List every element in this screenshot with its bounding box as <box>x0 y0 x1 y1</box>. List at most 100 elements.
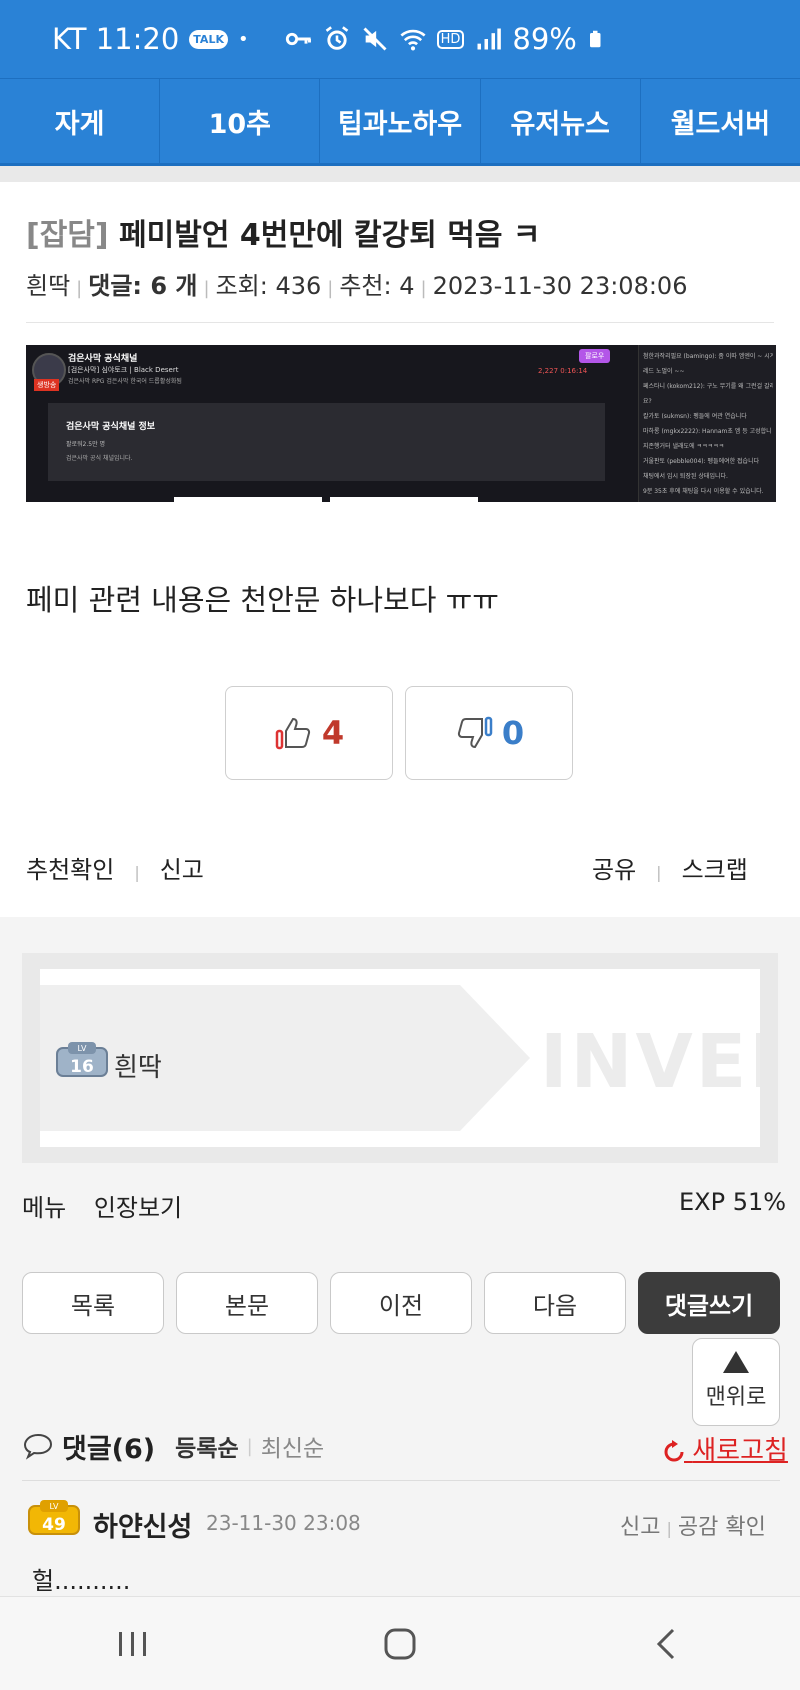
comment-agree-link[interactable]: 공감 확인 <box>678 1515 766 1540</box>
level-prefix: LV <box>49 1502 59 1511</box>
bottom-strip <box>330 497 478 502</box>
recent-apps-icon[interactable] <box>115 1628 151 1660</box>
thumbs-down-icon <box>457 716 493 749</box>
system-navigation-bar <box>0 1596 800 1690</box>
post-links-right: 공유 | 스크랩 <box>592 856 748 884</box>
chat-line: 9분 35초 후에 채팅을 다시 이용할 수 있습니다. <box>643 488 764 495</box>
back-icon[interactable] <box>649 1626 685 1662</box>
board-nav: 자게 10추 팁과노하우 유저뉴스 월드서버 <box>0 78 800 166</box>
write-comment-button[interactable]: 댓글쓰기 <box>638 1272 780 1334</box>
chat-line: 거울판토 (pebble004): 펭들에여한 접습니다 <box>643 458 760 465</box>
stream-title: [검은사막] 심야토크 | Black Desert <box>68 366 179 374</box>
battery-icon <box>589 30 601 48</box>
follow-button: 팔로우 <box>579 349 611 363</box>
battery-percent: 89% <box>512 22 577 56</box>
stream-tags: 검은사막 RPG 검은사막 한국어 드롭활성화됨 <box>68 378 182 385</box>
channel-title: 검은사막 공식채널 <box>68 354 138 364</box>
post-meta: 흰딱 | 댓글: 6 개 | 조회: 436 | 추천: 4 | 2023-11-30 23:0… <box>26 272 688 300</box>
upvote-count: 4 <box>321 714 345 752</box>
panel-desc: 검은사막 공식 채널입니다. <box>66 455 133 462</box>
chat-panel: 첨한과작리필요 (bamingo): 좀 이따 엠엔이 ~ 시계 레드 노멀이 … <box>638 345 776 502</box>
post-buttons: 목록 본문 이전 다음 댓글쓰기 <box>22 1272 780 1334</box>
next-button[interactable]: 다음 <box>484 1272 626 1334</box>
level-number: 16 <box>70 1057 94 1077</box>
carrier-time: KT 11:20 <box>52 22 180 56</box>
refresh-icon <box>664 1439 684 1461</box>
post-recommends: 추천: 4 <box>339 272 415 300</box>
channel-info-panel: 검은사막 공식채널 정보 팔로워2.5만 명 검은사막 공식 채널입니다. <box>48 403 605 481</box>
comment-date: 23-11-30 23:08 <box>206 1511 361 1535</box>
post-author[interactable]: 흰딱 <box>26 272 70 300</box>
tab-free-board[interactable]: 자게 <box>0 79 161 163</box>
refresh-link[interactable]: 새로고침 <box>664 1430 788 1467</box>
article: [잡담] 페미발언 4번만에 칼강퇴 먹음 ㅋ 흰딱 | 댓글: 6 개 | 조회: 4… <box>0 182 800 917</box>
exp-text: EXP 51% <box>679 1188 787 1216</box>
bottom-strip <box>174 497 322 502</box>
comment-item: LV 49 하얀신성 23-11-30 23:08 신고 | 공감 확인 헐....… <box>0 1481 800 1596</box>
status-bar: KT 11:20 TALK • HD 89% <box>0 0 800 78</box>
report-link[interactable]: 신고 <box>160 856 204 884</box>
comment-actions: 신고 | 공감 확인 <box>620 1515 766 1540</box>
refresh-label: 새로고침 <box>692 1436 788 1466</box>
profile-banner: INVEN LV 16 흰딱 <box>40 969 760 1147</box>
tab-world-server[interactable]: 월드서버 <box>641 79 800 163</box>
sort-registered[interactable]: 등록순 <box>175 1429 238 1463</box>
sort-latest[interactable]: 최신순 <box>261 1429 324 1463</box>
profile-menu: 메뉴 인장보기 <box>22 1188 182 1223</box>
chat-line: 칼가토 (sukmsn): 펭들에 여관 연습니다 <box>643 413 747 420</box>
level-badge-icon: LV 16 <box>56 1042 108 1077</box>
post-title-text: 페미발언 4번만에 칼강퇴 먹음 ㅋ <box>119 218 541 253</box>
post-links-left: 추천확인 | 신고 <box>26 856 204 884</box>
comments-title: 댓글(6) <box>62 1433 156 1465</box>
post-body: 페미 관련 내용은 천안문 하나보다 ㅠㅠ <box>26 583 499 617</box>
comment-author[interactable]: 하얀신성 <box>93 1505 192 1544</box>
chat-line: 페스타니 (kokom212): 구노 무기를 왜 그런걸 갈래 <box>643 383 773 390</box>
level-prefix: LV <box>77 1044 87 1053</box>
divider <box>0 166 800 182</box>
downvote-count: 0 <box>501 714 525 752</box>
tab-10-recommend[interactable]: 10추 <box>160 79 321 163</box>
inven-watermark: INVEN <box>540 1019 760 1105</box>
post-category: [잡담] <box>26 218 109 253</box>
post-datetime: 2023-11-30 23:08:06 <box>432 272 688 300</box>
thumbs-up-icon <box>275 717 310 750</box>
profile-nickname[interactable]: 흰딱 <box>114 1047 162 1084</box>
body-button[interactable]: 본문 <box>176 1272 318 1334</box>
chat-line: 채팅에서 임시 퇴장된 상태입니다. <box>643 473 728 480</box>
chat-line: 요? <box>643 398 652 405</box>
live-badge: 생방송 <box>34 379 60 391</box>
comment-report-link[interactable]: 신고 <box>620 1515 660 1540</box>
downvote-button[interactable]: 0 <box>405 686 573 780</box>
level-number: 49 <box>42 1515 66 1535</box>
chat-line: 지존행거터 낼래도에 ㅋㅋㅋㅋㅋ <box>643 443 725 450</box>
chat-line: 첨한과작리필요 (bamingo): 좀 이따 엠엔이 ~ 시계 <box>643 353 773 360</box>
wifi-icon <box>400 29 426 51</box>
embedded-stream-screenshot[interactable]: 생방송 검은사막 공식채널 [검은사막] 심야토크 | Black Desert… <box>26 345 776 502</box>
mute-icon <box>363 27 387 51</box>
chat-line: 마하롱 (mgkx2222): Hannam초 엠 등 고성합니 노 <box>643 428 773 435</box>
recommend-check-link[interactable]: 추천확인 <box>26 856 114 884</box>
viewer-count: 2,227 0:16:14 <box>538 367 588 375</box>
speech-bubble-icon <box>23 1433 53 1460</box>
tab-tips[interactable]: 팁과노하우 <box>320 79 481 163</box>
list-button[interactable]: 목록 <box>22 1272 164 1334</box>
arrow-up-icon <box>723 1351 749 1373</box>
signal-icon <box>477 28 502 50</box>
post-views: 조회: 436 <box>215 272 322 300</box>
post-comments-count: 댓글: 6 개 <box>88 272 198 300</box>
notification-dot: • <box>237 28 249 50</box>
tab-user-news[interactable]: 유저뉴스 <box>481 79 641 163</box>
alarm-icon <box>325 26 348 50</box>
share-link[interactable]: 공유 <box>592 856 636 884</box>
upvote-button[interactable]: 4 <box>225 686 393 780</box>
menu-link[interactable]: 메뉴 <box>22 1194 66 1222</box>
scrap-link[interactable]: 스크랩 <box>682 856 748 884</box>
level-badge-icon: LV 49 <box>28 1500 80 1535</box>
to-top-label: 맨위로 <box>705 1385 767 1410</box>
hd-badge: HD <box>436 29 465 49</box>
prev-button[interactable]: 이전 <box>330 1272 472 1334</box>
home-icon[interactable] <box>382 1626 418 1662</box>
panel-title: 검은사막 공식채널 정보 <box>66 422 156 432</box>
chat-line: 레드 노멀이 ~~ <box>643 368 685 375</box>
seal-view-link[interactable]: 인장보기 <box>94 1194 182 1222</box>
